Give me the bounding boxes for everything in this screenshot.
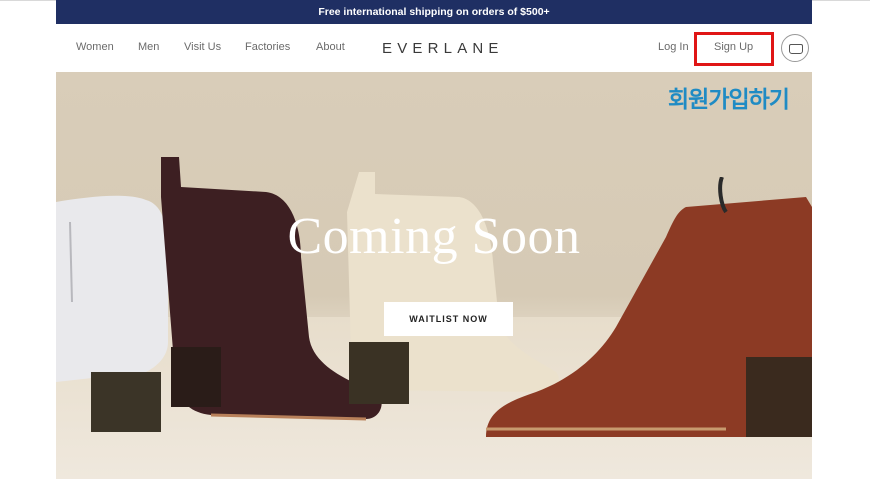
nav-link-women[interactable]: Women bbox=[76, 41, 114, 53]
cart-button[interactable] bbox=[781, 34, 809, 62]
nav-link-visit-us[interactable]: Visit Us bbox=[184, 41, 221, 53]
browser-page: Free international shipping on orders of… bbox=[56, 0, 812, 479]
hero-title: Coming Soon bbox=[287, 208, 581, 265]
shopping-bag-icon bbox=[789, 44, 803, 54]
top-edge-line-right bbox=[812, 0, 870, 1]
nav-link-factories[interactable]: Factories bbox=[245, 41, 290, 53]
top-nav: Women Men Visit Us Factories About EVERL… bbox=[56, 24, 812, 72]
annotation-label: 회원가입하기 bbox=[668, 87, 790, 113]
hero-banner: Coming Soon WAITLIST NOW bbox=[56, 72, 812, 479]
nav-link-men[interactable]: Men bbox=[138, 41, 159, 53]
top-edge-line-left bbox=[0, 0, 56, 1]
login-link[interactable]: Log In bbox=[658, 41, 689, 53]
nav-link-about[interactable]: About bbox=[316, 41, 345, 53]
brand-logo[interactable]: EVERLANE bbox=[382, 40, 504, 57]
promo-banner[interactable]: Free international shipping on orders of… bbox=[56, 0, 812, 24]
promo-text: Free international shipping on orders of… bbox=[318, 6, 550, 18]
waitlist-button[interactable]: WAITLIST NOW bbox=[384, 302, 513, 336]
signup-link[interactable]: Sign Up bbox=[714, 41, 753, 53]
